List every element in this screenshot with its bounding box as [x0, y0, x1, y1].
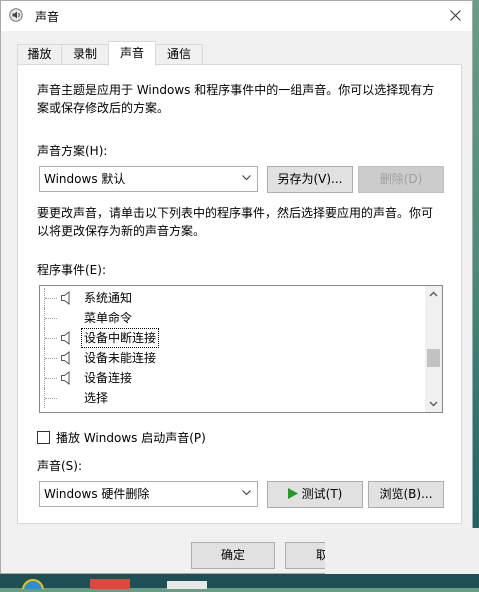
test-button[interactable]: 测试(T) [267, 481, 363, 508]
browse-button[interactable]: 浏览(B)... [368, 481, 444, 508]
instructions-line-2: 以将更改保存为新的声音方案。 [37, 224, 206, 238]
list-item[interactable]: 设备中断连接 [40, 328, 426, 348]
startup-sound-label[interactable]: 播放 Windows 启动声音(P) [56, 429, 206, 447]
sound-file-dropdown[interactable]: Windows 硬件删除 [39, 481, 258, 507]
browser-icon[interactable] [22, 578, 44, 592]
program-events-list[interactable]: 系统通知 菜单命令 设备中断连接 设备未能连接 设备连接 选择 [39, 285, 443, 413]
window-title: 声音 [35, 10, 60, 24]
startup-sound-checkbox[interactable] [37, 431, 50, 444]
app-icon[interactable] [90, 578, 130, 592]
sounds-panel: 声音主题是应用于 Windows 和程序事件中的一组声音。你可以选择现有方 案或… [17, 64, 462, 524]
tab-playback[interactable]: 播放 [17, 44, 62, 65]
sounds-label: 声音(S): [37, 459, 83, 473]
list-item[interactable]: 设备未能连接 [40, 348, 426, 368]
event-label: 选择 [84, 391, 109, 405]
title-bar: 声音 [1, 1, 472, 31]
speaker-icon [61, 351, 70, 365]
event-label: 设备连接 [84, 371, 133, 385]
list-item[interactable]: 菜单命令 [40, 308, 426, 328]
event-label: 菜单命令 [84, 311, 133, 325]
taskbar [0, 574, 479, 588]
tab-communications[interactable]: 通信 [155, 44, 203, 65]
chevron-down-icon [242, 175, 251, 181]
scheme-label: 声音方案(H): [37, 144, 108, 158]
close-icon [450, 10, 461, 21]
event-label: 设备中断连接 [80, 328, 160, 348]
save-as-button[interactable]: 另存为(V)... [267, 166, 353, 193]
list-item[interactable]: 系统通知 [40, 288, 426, 308]
sound-scheme-dropdown[interactable]: Windows 默认 [39, 166, 258, 192]
tab-recording[interactable]: 录制 [61, 44, 109, 65]
list-item[interactable]: 设备连接 [40, 368, 426, 388]
speaker-icon [61, 371, 70, 385]
speaker-icon [61, 331, 70, 345]
sound-scheme-value: Windows 默认 [44, 172, 126, 186]
ok-button[interactable]: 确定 [191, 542, 275, 569]
scroll-down-button[interactable] [425, 395, 442, 412]
sound-file-value: Windows 硬件删除 [44, 487, 150, 501]
close-button[interactable] [440, 1, 472, 31]
sound-dialog: 声音 播放 录制 声音 通信 声音主题是应用于 Windows 和程序事件中的一… [0, 0, 473, 574]
event-label: 设备未能连接 [84, 351, 157, 365]
program-events-label: 程序事件(E): [37, 263, 106, 277]
description-line-2: 案或保存修改后的方案。 [37, 101, 170, 115]
tab-sounds[interactable]: 声音 [108, 41, 156, 66]
scrollbar-thumb[interactable] [427, 348, 440, 367]
delete-button[interactable]: 删除(D) [358, 166, 444, 193]
app-icon[interactable] [167, 578, 207, 592]
event-label: 系统通知 [84, 291, 133, 305]
description-line-1: 声音主题是应用于 Windows 和程序事件中的一组声音。你可以选择现有方 [37, 83, 435, 97]
chevron-down-icon [242, 490, 251, 496]
speaker-icon [61, 291, 70, 305]
scroll-up-button[interactable] [425, 286, 442, 303]
chevron-up-icon [429, 291, 438, 297]
play-icon [287, 488, 298, 499]
chevron-down-icon [429, 401, 438, 407]
events-scrollbar[interactable] [425, 286, 442, 412]
instructions-line-1: 要更改声音，请单击以下列表中的程序事件，然后选择要应用的声音。你可 [37, 206, 434, 220]
sound-app-icon [9, 8, 23, 22]
list-item[interactable]: 选择 [40, 388, 426, 408]
test-button-label: 测试(T) [301, 487, 343, 501]
